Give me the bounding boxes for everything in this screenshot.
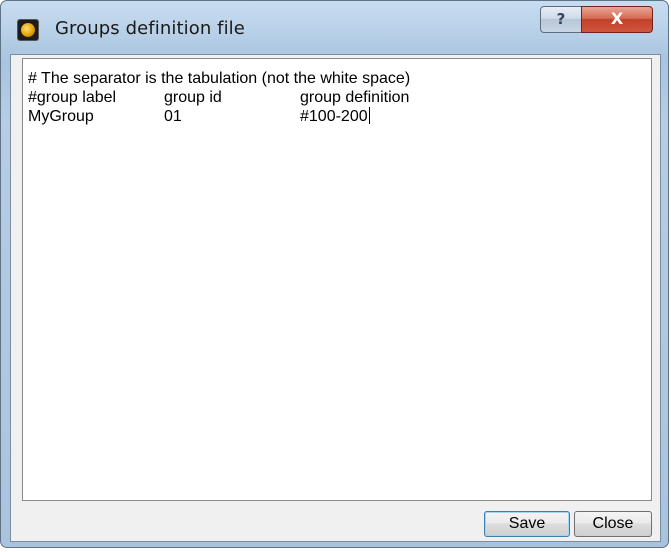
row-group-id: 01 — [164, 108, 182, 125]
header-group-label: #group label — [28, 89, 117, 106]
comment-line: # The separator is the tabulation (not t… — [28, 70, 411, 87]
dialog-client-area: # The separator is the tabulation (not t… — [10, 54, 661, 542]
row-group-definition: #100-200 — [300, 108, 368, 125]
button-bar: Save Close — [11, 503, 660, 541]
help-button[interactable]: ? — [540, 6, 582, 33]
close-button[interactable]: Close — [574, 511, 652, 537]
text-caret — [368, 107, 370, 124]
row-group-definition-wrap: #100-200 — [300, 107, 370, 126]
window-title: Groups definition file — [55, 18, 245, 39]
dialog-window: Groups definition file ? X # The separat… — [0, 0, 669, 548]
header-group-id: group id — [164, 89, 222, 106]
row-group-label: MyGroup — [28, 108, 94, 125]
save-button[interactable]: Save — [484, 511, 570, 537]
app-icon — [18, 20, 38, 40]
header-group-definition: group definition — [300, 89, 410, 106]
text-editor[interactable]: # The separator is the tabulation (not t… — [22, 58, 652, 501]
window-close-button[interactable]: X — [581, 6, 653, 33]
title-bar[interactable]: Groups definition file ? X — [1, 1, 668, 53]
